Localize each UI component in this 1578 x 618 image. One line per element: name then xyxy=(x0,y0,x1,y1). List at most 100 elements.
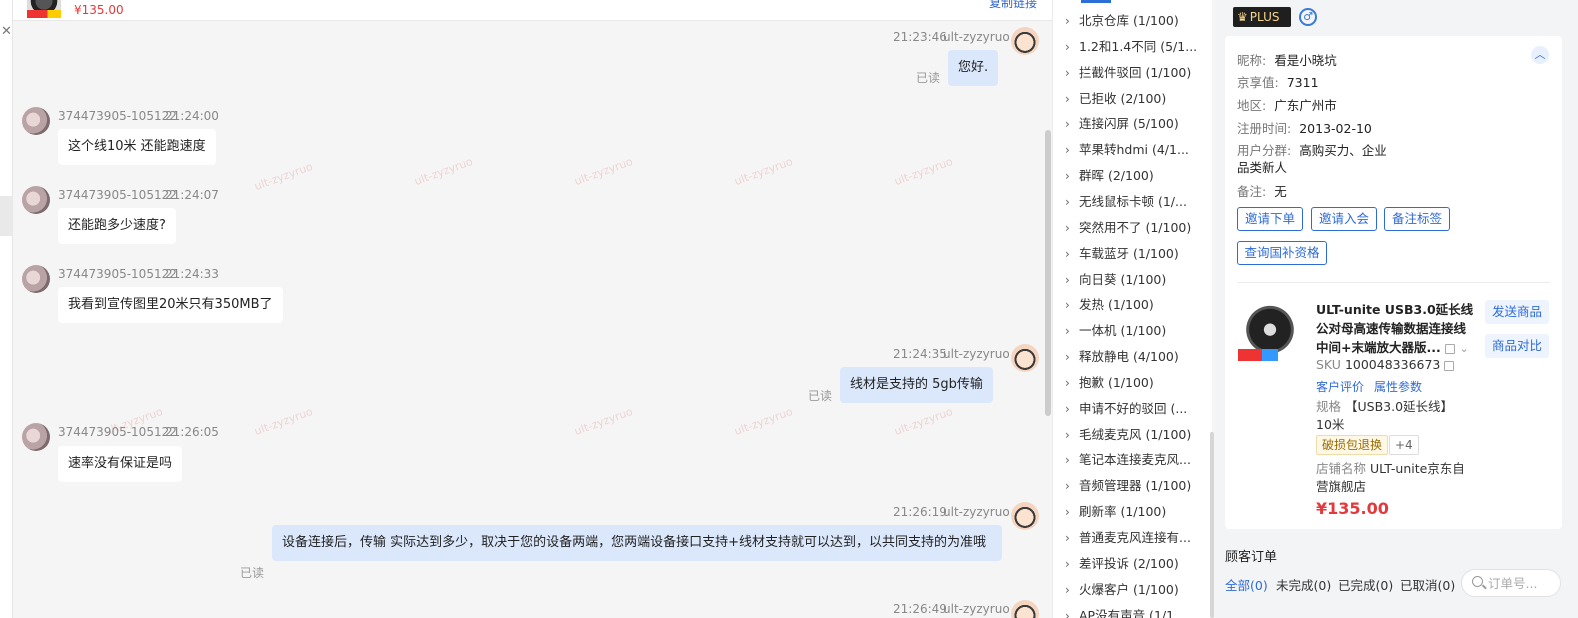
product-image[interactable] xyxy=(1236,297,1304,365)
category-label: 连接闪屏 (5/100) xyxy=(1079,116,1179,132)
category-label: 差评投诉 (2/100) xyxy=(1079,555,1179,571)
spec-label: 规格 xyxy=(1316,399,1342,414)
score-label: 京享值: xyxy=(1237,75,1279,90)
quick-reply-categories: › 北京仓库 (1/100) › 1.2和1.4不同 (5/1... › 拦截件驳回 (1… xyxy=(1052,0,1212,618)
orders-title: 顾客订单 xyxy=(1225,550,1278,565)
category-item[interactable]: › 1.2和1.4不同 (5/1... xyxy=(1065,36,1210,56)
agent-avatar xyxy=(1011,600,1039,618)
category-item[interactable]: › 火爆客户 (1/100) xyxy=(1065,579,1210,599)
category-item[interactable]: › 刷新率 (1/100) xyxy=(1065,501,1210,521)
chevron-right-icon: › xyxy=(1065,91,1070,106)
copy-icon[interactable] xyxy=(1445,343,1456,354)
invite-member-button[interactable]: 邀请入会 xyxy=(1311,207,1377,231)
category-item[interactable]: › 连接闪屏 (5/100) xyxy=(1065,113,1210,133)
customer-review-link[interactable]: 客户评价 xyxy=(1316,380,1364,394)
crown-icon: ♛ xyxy=(1237,10,1248,24)
order-search-input[interactable] xyxy=(1488,574,1556,592)
agent-avatar xyxy=(1011,344,1039,372)
category-label: 1.2和1.4不同 (5/1... xyxy=(1079,38,1198,54)
message-time: 21:24:35 xyxy=(893,347,947,361)
category-item[interactable]: › 发热 (1/100) xyxy=(1065,294,1210,314)
category-item[interactable]: › 车载蓝牙 (1/100) xyxy=(1065,243,1210,263)
category-label: 普通麦克风连接有... xyxy=(1079,530,1191,545)
order-tab-all[interactable]: 全部(0) xyxy=(1225,575,1268,594)
message-bubble: 设备连接后，传输 实际达到多少，取决于您的设备两端，您两端设备接口支持+线材支持… xyxy=(272,525,1002,561)
read-status: 已读 xyxy=(240,566,265,580)
subsidy-check-button[interactable]: 查询国补资格 xyxy=(1237,241,1327,265)
service-tag: 破损包退换 xyxy=(1316,435,1389,455)
chevron-right-icon: › xyxy=(1065,505,1070,520)
watermark: ult-zyzyruo xyxy=(252,404,315,439)
category-item[interactable]: › 拦截件驳回 (1/100) xyxy=(1065,62,1210,82)
shop-row: 店铺名称 ULT-unite京东自营旗舰店 xyxy=(1316,460,1466,496)
chevron-right-icon: › xyxy=(1065,479,1070,494)
category-item[interactable]: › 释放静电 (4/100) xyxy=(1065,346,1210,366)
order-tab-cancelled[interactable]: 已取消(0) xyxy=(1400,575,1455,594)
invite-order-button[interactable]: 邀请下单 xyxy=(1237,207,1303,231)
watermark: ult-zyzyruo xyxy=(572,154,635,189)
message-sender: ult-zyzyruo xyxy=(943,30,1010,44)
close-icon[interactable]: ✕ xyxy=(1,24,12,39)
note-row: 备注: 无 xyxy=(1237,181,1287,200)
workspace: ✕ ¥135.00 复制链接 ult-zyzyruo ult-zyzyruo u… xyxy=(0,0,1578,618)
category-item[interactable]: › 音频管理器 (1/100) xyxy=(1065,475,1210,495)
copy-link-button[interactable]: 复制链接 xyxy=(989,0,1037,11)
category-item[interactable]: › 申请不好的驳回 (... xyxy=(1065,398,1210,418)
category-item[interactable]: › AP没有声音 (1/1... xyxy=(1065,605,1210,618)
group-label: 用户分群: xyxy=(1237,143,1292,158)
category-item[interactable]: › 抱歉 (1/100) xyxy=(1065,372,1210,392)
order-tab-complete[interactable]: 已完成(0) xyxy=(1338,575,1393,594)
category-item[interactable]: › 差评投诉 (2/100) xyxy=(1065,553,1210,573)
category-item[interactable]: › 北京仓库 (1/100) xyxy=(1065,10,1210,30)
message-bubble: 线材是支持的 5gb传输 xyxy=(840,367,993,403)
note-tag-button[interactable]: 备注标签 xyxy=(1384,207,1450,231)
region-row: 地区: 广东广州市 xyxy=(1237,95,1337,114)
category-item[interactable]: › 群晖 (2/100) xyxy=(1065,165,1210,185)
score-row: 京享值: 7311 xyxy=(1237,72,1319,91)
nickname-row: 昵称: 看是小晓坑 xyxy=(1237,50,1337,69)
watermark: ult-zyzyruo xyxy=(412,154,475,189)
message-time: 21:26:19 xyxy=(893,505,947,519)
left-strip: ✕ xyxy=(0,0,13,618)
chevron-right-icon: › xyxy=(1065,117,1070,132)
more-tags-button[interactable]: +4 xyxy=(1389,435,1419,455)
side-tab[interactable] xyxy=(0,196,13,236)
nickname-label: 昵称: xyxy=(1237,53,1267,68)
category-label: 突然用不了 (1/100) xyxy=(1079,219,1192,235)
read-status: 已读 xyxy=(916,71,941,85)
category-label: 苹果转hdmi (4/1... xyxy=(1079,142,1189,158)
category-item[interactable]: › 无线鼠标卡顿 (1/... xyxy=(1065,191,1210,211)
chevron-right-icon: › xyxy=(1065,298,1070,313)
category-item[interactable]: › 已拒收 (2/100) xyxy=(1065,88,1210,108)
chevron-right-icon: › xyxy=(1065,401,1070,416)
category-item[interactable]: › 苹果转hdmi (4/1... xyxy=(1065,139,1210,159)
category-item[interactable]: › 突然用不了 (1/100) xyxy=(1065,217,1210,237)
product-title[interactable]: ULT-unite USB3.0延长线公对母高速传输数据连接线中间+末端放大器版… xyxy=(1316,300,1476,358)
compare-product-button[interactable]: 商品对比 xyxy=(1485,334,1549,358)
category-item[interactable]: › 一体机 (1/100) xyxy=(1065,320,1210,340)
category-item[interactable]: › 普通麦克风连接有... xyxy=(1065,527,1210,547)
collapse-icon[interactable]: ︿ xyxy=(1531,46,1549,64)
chevron-right-icon: › xyxy=(1065,14,1070,28)
category-label: 音频管理器 (1/100) xyxy=(1079,478,1192,494)
category-item[interactable]: › 笔记本连接麦克风... xyxy=(1065,449,1210,469)
chevron-right-icon: › xyxy=(1065,350,1070,365)
order-tab-incomplete[interactable]: 未完成(0) xyxy=(1276,575,1331,594)
category-item[interactable]: › 向日葵 (1/100) xyxy=(1065,269,1210,289)
chat-scrollbar[interactable] xyxy=(1045,130,1051,416)
watermark: ult-zyzyruo xyxy=(892,154,955,189)
category-item[interactable]: › 毛绒麦克风 (1/100) xyxy=(1065,424,1210,444)
chevron-down-icon[interactable]: ⌄ xyxy=(1459,342,1468,355)
register-row: 注册时间: 2013-02-10 xyxy=(1237,118,1372,137)
categories-scrollbar[interactable] xyxy=(1210,432,1214,618)
product-params-link[interactable]: 属性参数 xyxy=(1374,380,1422,394)
chevron-right-icon: › xyxy=(1065,608,1070,618)
region-label: 地区: xyxy=(1237,98,1267,113)
message-bubble: 速率没有保证是吗 xyxy=(58,446,183,482)
copy-icon[interactable] xyxy=(1444,360,1455,371)
chevron-right-icon: › xyxy=(1065,453,1070,468)
plus-badge: ♛ PLUS xyxy=(1233,7,1291,27)
category-label: 火爆客户 (1/100) xyxy=(1079,581,1179,597)
category-label: AP没有声音 (1/1... xyxy=(1079,607,1186,618)
send-product-button[interactable]: 发送商品 xyxy=(1485,300,1549,324)
